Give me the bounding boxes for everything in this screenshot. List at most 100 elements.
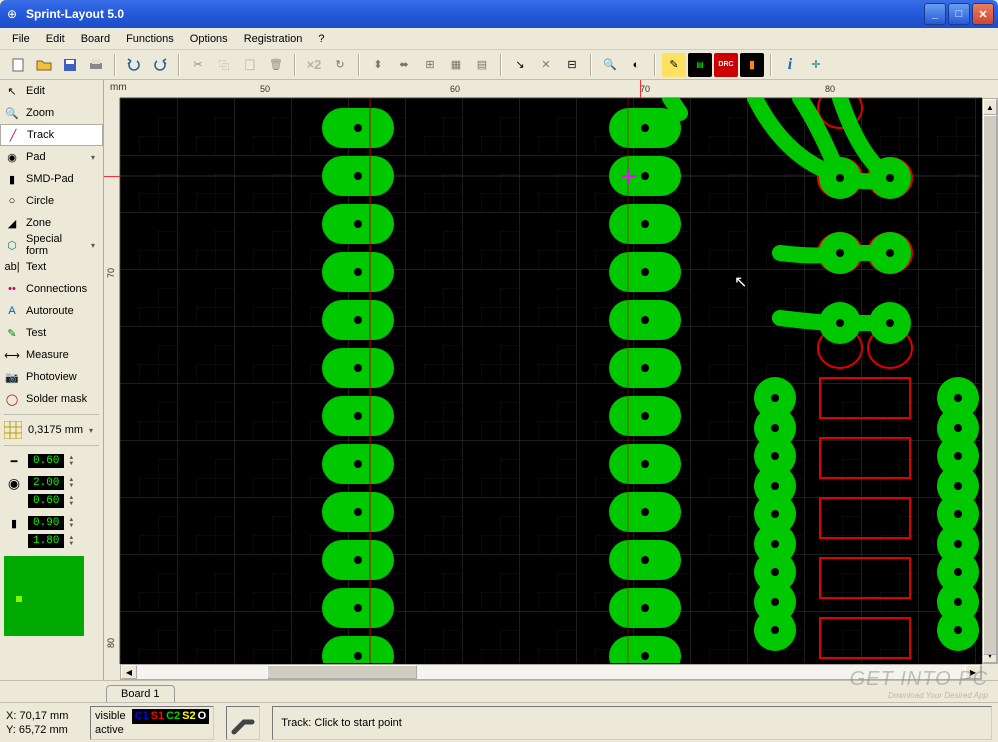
pcb-canvas[interactable]: ↖ xyxy=(120,98,982,664)
align-button[interactable]: ⊞ xyxy=(418,53,442,77)
open-button[interactable] xyxy=(32,53,56,77)
ruler-tick: 80 xyxy=(825,84,835,94)
smd-icon: ▮ xyxy=(4,171,20,187)
paste-button[interactable]: 📋 xyxy=(238,53,262,77)
tool-edit[interactable]: ↖Edit xyxy=(0,80,103,102)
contrast-button[interactable]: ◐ xyxy=(624,53,648,77)
pad-outer-icon: ◉ xyxy=(4,475,24,492)
menu-functions[interactable]: Functions xyxy=(118,31,182,47)
horizontal-scrollbar[interactable]: ◀ ▶ xyxy=(120,664,982,680)
coord-y: 65,72 mm xyxy=(19,724,68,736)
smd-icon: ▮ xyxy=(4,517,24,530)
track-mode-icon[interactable] xyxy=(226,706,260,740)
tool-pad[interactable]: ◉Pad▾ xyxy=(0,146,103,168)
rotate-button[interactable]: ↻ xyxy=(328,53,352,77)
tool-track[interactable]: ╱Track xyxy=(0,124,103,146)
snap-button[interactable]: ↘ xyxy=(508,53,532,77)
scroll-track[interactable] xyxy=(137,665,965,679)
scroll-left-button[interactable]: ◀ xyxy=(121,665,137,679)
mirror-v-button[interactable]: ⬌ xyxy=(392,53,416,77)
scroll-up-button[interactable]: ▲ xyxy=(983,99,997,115)
redo-button[interactable] xyxy=(148,53,172,77)
visible-label: visible xyxy=(95,710,126,723)
close-button[interactable]: ✕ xyxy=(972,3,994,25)
group-button[interactable]: ▦ xyxy=(444,53,468,77)
vertical-scrollbar[interactable]: ▲ ▼ xyxy=(982,98,998,664)
menu-file[interactable]: File xyxy=(4,31,38,47)
cut-button[interactable]: ✂ xyxy=(186,53,210,77)
tool-label: SMD-Pad xyxy=(26,173,99,185)
track-width-setting[interactable]: ━ 0.60 ▲▼ xyxy=(0,450,103,472)
tool-test[interactable]: ✎Test xyxy=(0,322,103,344)
tool-measure[interactable]: ⟷ Measure xyxy=(0,344,103,366)
new-button[interactable] xyxy=(6,53,30,77)
tool-autoroute[interactable]: A Autoroute xyxy=(0,300,103,322)
tool-label: Measure xyxy=(26,349,99,361)
duplicate-button[interactable]: ×2 xyxy=(302,53,326,77)
scroll-right-button[interactable]: ▶ xyxy=(965,665,981,679)
ungroup-button[interactable]: ▤ xyxy=(470,53,494,77)
tool-special[interactable]: ⬡Special form▾ xyxy=(0,234,103,256)
save-button[interactable] xyxy=(58,53,82,77)
menu-registration[interactable]: Registration xyxy=(236,31,311,47)
menu-options[interactable]: Options xyxy=(182,31,236,47)
mirror-h-button[interactable]: ⬍ xyxy=(366,53,390,77)
scanned-copy-button[interactable]: ▮ xyxy=(740,53,764,77)
tool-label: Solder mask xyxy=(26,393,99,405)
toolbar-separator xyxy=(358,54,360,76)
minimize-button[interactable]: _ xyxy=(924,3,946,25)
board-tabs: Board 1 xyxy=(0,680,998,702)
tool-circle[interactable]: ○ Circle xyxy=(0,190,103,212)
main-area: ↖Edit🔍Zoom╱Track ◉ Pad ▾ ▮ SMD-Pad ○ Circle ◢Zon… xyxy=(0,80,998,680)
tool-label: Circle xyxy=(26,195,99,207)
tool-soldermask[interactable]: ◯Solder mask xyxy=(0,388,103,410)
crosshair-v-marker xyxy=(104,176,120,177)
stepper[interactable]: ▲▼ xyxy=(68,477,76,489)
dropdown-icon: ▾ xyxy=(89,426,97,435)
stepper[interactable]: ▲▼ xyxy=(68,517,76,529)
tool-zone[interactable]: ◢Zone xyxy=(0,212,103,234)
layer-indicator[interactable]: visible C1 S1 C2 S2 O active xyxy=(90,706,214,740)
remove-conn-button[interactable]: ✕ xyxy=(534,53,558,77)
properties-button[interactable]: ▤ xyxy=(688,53,712,77)
smd-height-setting[interactable]: 1.80 ▲▼ xyxy=(0,530,103,552)
maximize-button[interactable]: □ xyxy=(948,3,970,25)
undo-button[interactable] xyxy=(122,53,146,77)
scroll-track[interactable] xyxy=(983,115,997,647)
stepper[interactable]: ▲▼ xyxy=(68,495,76,507)
board-preview[interactable] xyxy=(0,552,103,640)
crosshair-h-marker xyxy=(640,80,641,98)
grid-size-setting[interactable]: 0,3175 mm ▾ xyxy=(0,419,103,441)
tool-connections[interactable]: ••Connections xyxy=(0,278,103,300)
scroll-thumb[interactable] xyxy=(983,115,997,655)
info-button[interactable]: i xyxy=(778,53,802,77)
print-button[interactable] xyxy=(84,53,108,77)
stepper[interactable]: ▲▼ xyxy=(68,455,76,467)
tool-zoom[interactable]: 🔍Zoom xyxy=(0,102,103,124)
zoom-tool-button[interactable]: 🔍 xyxy=(598,53,622,77)
stepper[interactable]: ▲▼ xyxy=(68,535,76,547)
menu-edit[interactable]: Edit xyxy=(38,31,73,47)
tool-label: Pad xyxy=(26,151,85,163)
tool-label: Autoroute xyxy=(26,305,99,317)
measure-icon: ⟷ xyxy=(4,347,20,363)
tool-photoview[interactable]: 📷Photoview xyxy=(0,366,103,388)
track-width-icon: ━ xyxy=(4,455,24,468)
copy-button[interactable]: ⿻ xyxy=(212,53,236,77)
tool-smd[interactable]: ▮ SMD-Pad xyxy=(0,168,103,190)
menu-board[interactable]: Board xyxy=(73,31,118,47)
menu-help[interactable]: ? xyxy=(310,31,332,47)
crosshair-button[interactable]: ✛ xyxy=(804,53,828,77)
dropdown-icon: ▾ xyxy=(91,153,99,162)
component-button[interactable]: ⊟ xyxy=(560,53,584,77)
drc-button[interactable]: DRC xyxy=(714,53,738,77)
delete-button[interactable]: 🗑 xyxy=(264,53,288,77)
tool-label: Test xyxy=(26,327,99,339)
tab-board-1[interactable]: Board 1 xyxy=(106,685,175,702)
tool-text[interactable]: ab|Text xyxy=(0,256,103,278)
pad-inner-setting[interactable]: 0.60 ▲▼ xyxy=(0,490,103,512)
macro-button[interactable]: ✎ xyxy=(662,53,686,77)
autoroute-icon: A xyxy=(4,303,20,319)
circle-icon: ○ xyxy=(4,193,20,209)
scroll-thumb[interactable] xyxy=(267,665,417,679)
